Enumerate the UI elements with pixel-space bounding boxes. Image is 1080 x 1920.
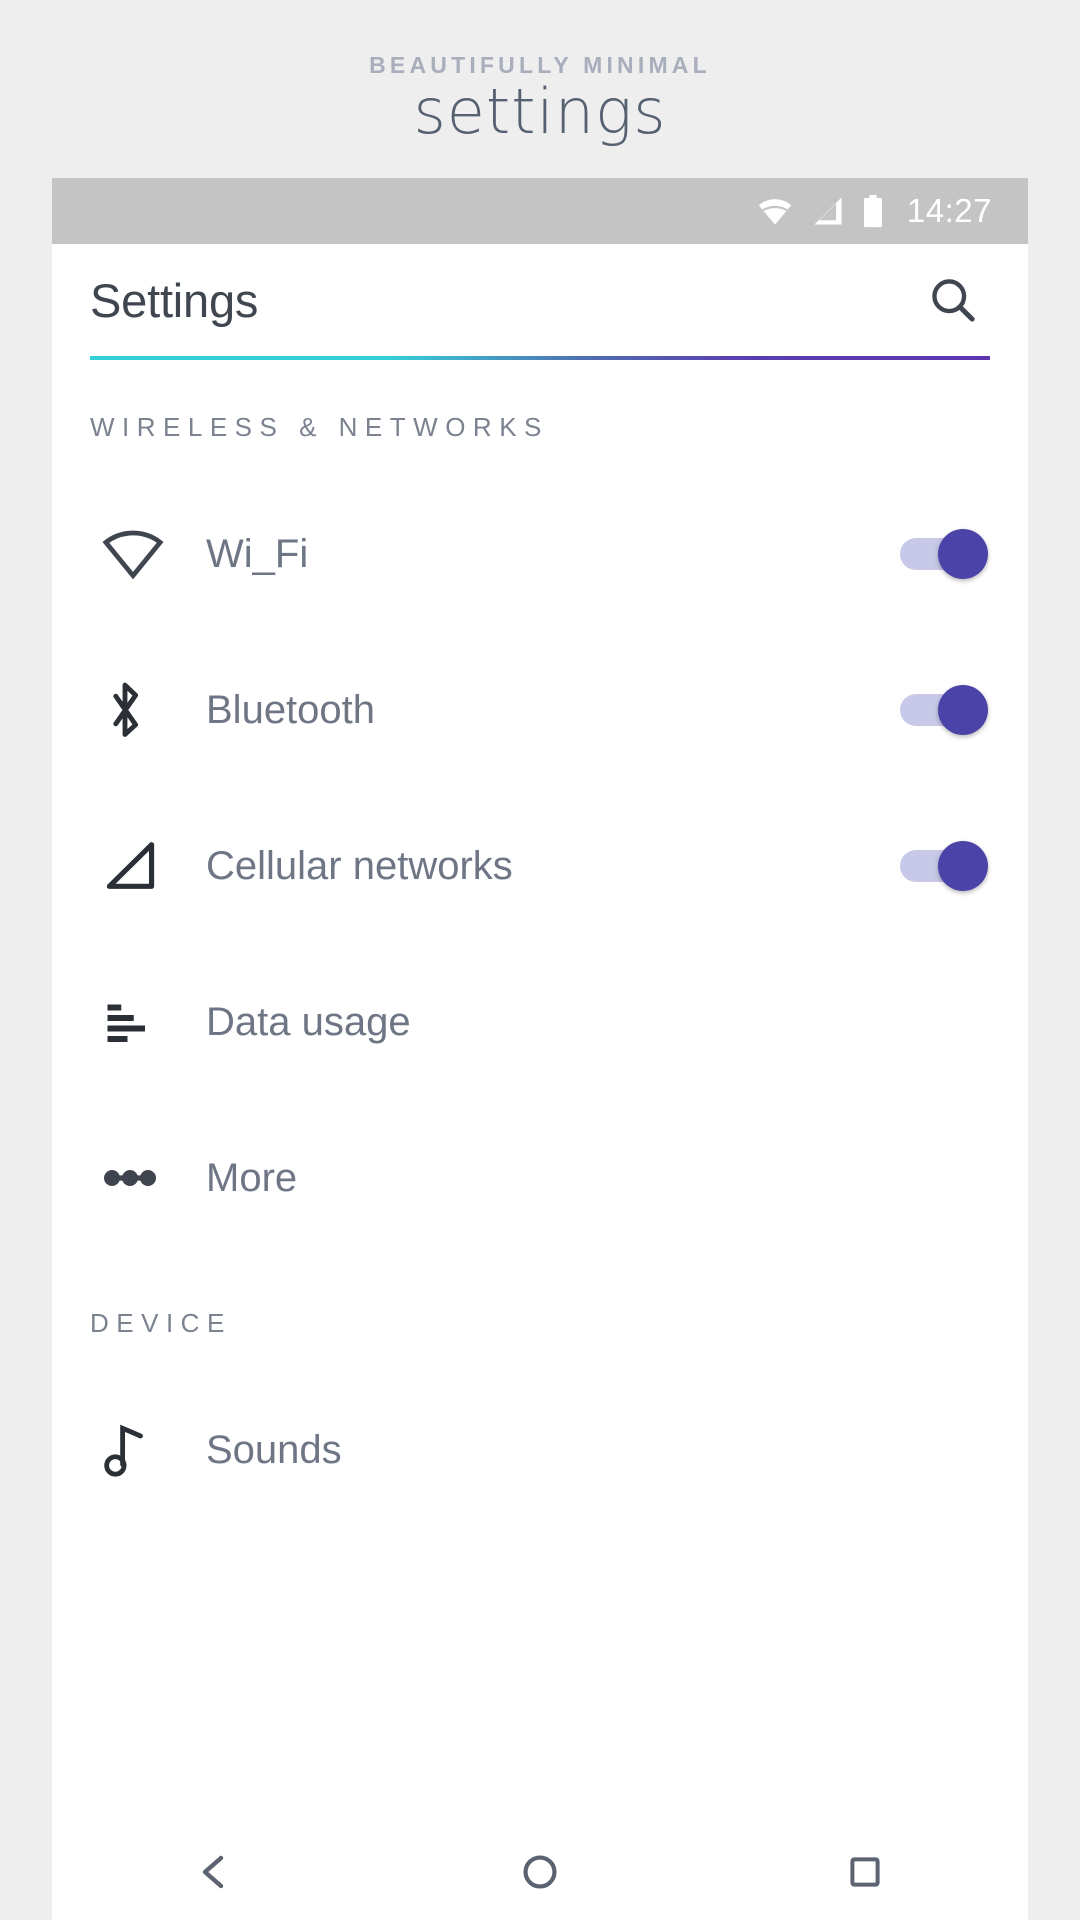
recents-icon: [850, 1857, 880, 1887]
battery-icon: [863, 194, 882, 227]
phone-screen: 14:27 Settings WIRELESS & NETWORKS Wi_Fi: [52, 178, 1028, 1920]
row-icon-wrapper: [90, 997, 206, 1047]
status-bar-clock: 14:27: [906, 192, 992, 229]
settings-row-cellular-networks[interactable]: Cellular networks: [52, 788, 1028, 944]
settings-list: WIRELESS & NETWORKS Wi_Fi Bluetooth Cell…: [52, 360, 1028, 1528]
promo-title: settings: [413, 75, 667, 148]
page-title: Settings: [90, 273, 259, 327]
recents-button[interactable]: [805, 1824, 925, 1920]
bluetooth-toggle[interactable]: [900, 681, 988, 739]
status-bar: 14:27: [52, 178, 1028, 244]
settings-row-more[interactable]: More: [52, 1100, 1028, 1256]
row-icon-wrapper: [90, 680, 206, 740]
settings-row-label: Cellular networks: [206, 843, 513, 888]
bluetooth-icon: [113, 682, 139, 737]
settings-row-label: Bluetooth: [206, 687, 376, 732]
search-button[interactable]: [922, 269, 984, 331]
row-icon-wrapper: [90, 1421, 206, 1479]
home-button[interactable]: [480, 1824, 600, 1920]
cellular-signal-icon: [106, 842, 155, 889]
back-button[interactable]: [155, 1824, 275, 1920]
cellular-signal-icon: [814, 197, 842, 225]
settings-row-data-usage[interactable]: Data usage: [52, 944, 1028, 1100]
promo-header: BEAUTIFULLY MINIMAL settings: [0, 0, 1080, 178]
toggle-knob: [938, 685, 988, 735]
back-icon: [202, 1855, 223, 1889]
settings-row-label: Sounds: [206, 1427, 342, 1472]
settings-row-label: Wi_Fi: [206, 531, 309, 576]
wifi-toggle[interactable]: [900, 525, 988, 583]
toggle-knob: [938, 841, 988, 891]
toggle-knob: [938, 529, 988, 579]
home-icon: [523, 1855, 557, 1889]
settings-row-sounds[interactable]: Sounds: [52, 1372, 1028, 1528]
row-icon-wrapper: [90, 839, 206, 893]
settings-row-label: More: [206, 1155, 298, 1200]
section-header-wireless: WIRELESS & NETWORKS: [90, 412, 549, 442]
cellular-networks-toggle[interactable]: [900, 837, 988, 895]
navigation-bar: [52, 1824, 1028, 1920]
settings-row-bluetooth[interactable]: Bluetooth: [52, 632, 1028, 788]
settings-row-label: Data usage: [206, 999, 411, 1044]
app-bar: Settings: [52, 244, 1028, 356]
section-header-device: DEVICE: [90, 1308, 232, 1338]
wifi-icon: [758, 199, 792, 225]
settings-row-wifi[interactable]: Wi_Fi: [52, 476, 1028, 632]
wifi-icon: [102, 530, 164, 579]
music-note-icon: [104, 1424, 143, 1477]
row-icon-wrapper: [90, 529, 206, 579]
search-icon: [932, 279, 975, 322]
row-icon-wrapper: [90, 1166, 206, 1190]
more-dots-icon: [104, 1170, 156, 1186]
data-usage-icon: [107, 1004, 145, 1042]
